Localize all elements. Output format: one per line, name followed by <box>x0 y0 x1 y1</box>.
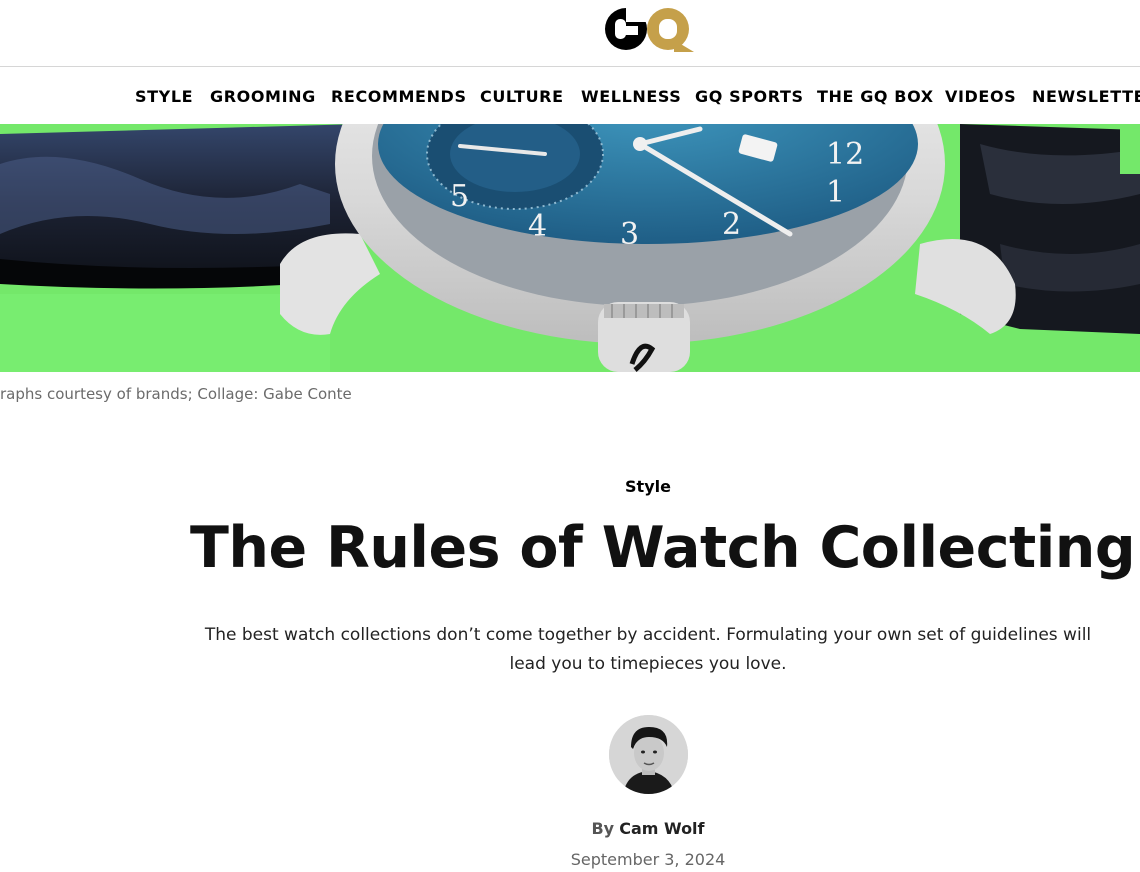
nav-item-the-gq-box[interactable]: THE GQ BOX <box>817 87 934 106</box>
rubric-link[interactable]: Style <box>548 477 748 496</box>
nav-item-wellness[interactable]: WELLNESS <box>581 87 681 106</box>
main-nav: STYLE GROOMING RECOMMENDS CULTURE WELLNE… <box>0 67 1140 124</box>
gq-logo[interactable]: GQ <box>602 6 694 52</box>
article-headline: The Rules of Watch Collecting <box>190 515 1136 581</box>
hero-image: 12 1 2 3 4 5 <box>0 124 1140 372</box>
nav-item-gq-sports[interactable]: GQ SPORTS <box>695 87 804 106</box>
author-link[interactable]: Cam Wolf <box>619 819 704 838</box>
author-portrait <box>609 715 688 794</box>
dial-numeral-5: 5 <box>450 179 469 214</box>
byline-prefix: By <box>591 819 615 838</box>
gq-logo-mark <box>605 8 694 52</box>
nav-item-grooming[interactable]: GROOMING <box>210 87 316 106</box>
dial-numeral-1: 1 <box>826 175 845 210</box>
nav-item-culture[interactable]: CULTURE <box>480 87 564 106</box>
dial-numeral-2: 2 <box>722 207 741 242</box>
nav-item-style[interactable]: STYLE <box>135 87 193 106</box>
publish-date: September 3, 2024 <box>570 850 726 869</box>
article-dek: The best watch collections don’t come to… <box>204 625 1092 674</box>
dial-numeral-12: 12 <box>826 137 864 172</box>
image-caption: raphs courtesy of brands; Collage: Gabe … <box>0 385 352 403</box>
nav-item-newsletter[interactable]: NEWSLETTE <box>1032 87 1140 106</box>
dial-numeral-4: 4 <box>528 209 547 244</box>
author-avatar[interactable] <box>609 715 688 794</box>
nav-item-recommends[interactable]: RECOMMENDS <box>331 87 467 106</box>
byline: By Cam Wolf <box>448 819 848 838</box>
watch-collage-illustration: 12 1 2 3 4 5 <box>0 124 1140 372</box>
nav-item-videos[interactable]: VIDEOS <box>945 87 1016 106</box>
site-header: GQ <box>0 0 1140 67</box>
dial-numeral-3: 3 <box>620 217 639 252</box>
